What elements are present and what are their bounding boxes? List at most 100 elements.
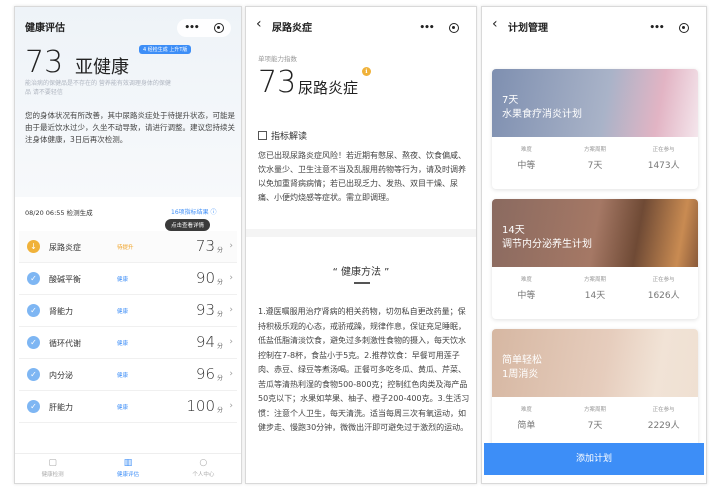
tab-bar: ▢ 健康检测 ▥ 健康评估 ○ 个人中心	[15, 453, 241, 483]
plan-title: 1周消炎	[502, 369, 539, 380]
index-label: 单项能力指数	[258, 55, 297, 63]
plan-card[interactable]: 简单轻松 1周消炎 难度简单 方案周期 7天 正在参与 2229人	[492, 329, 698, 449]
stat-label: 难度	[520, 147, 532, 153]
indicator-name: 尿路炎症	[49, 243, 81, 252]
indicator-name: 酸碱平衡	[49, 275, 81, 284]
list-item[interactable]: ✓ 肝能力 健康 100 分 ›	[19, 391, 237, 423]
score-unit: 分	[216, 375, 223, 382]
health-score: 73	[25, 45, 64, 80]
report-icon: ▢	[48, 458, 57, 468]
plan-duration: 简单轻松	[502, 355, 542, 366]
stat-value: 1473人	[647, 161, 680, 171]
back-chevron-icon[interactable]: ‹	[492, 17, 498, 31]
stat-label: 方案周期	[584, 277, 607, 283]
mini-program-capsule[interactable]: •••	[412, 19, 466, 37]
tab-label: 健康检测	[41, 472, 64, 478]
more-icon[interactable]: •••	[184, 23, 199, 33]
difficulty-stat: 难度 中等	[492, 137, 561, 189]
stat-label: 方案周期	[584, 407, 607, 413]
heading-underline	[354, 282, 370, 284]
indicator-score: 94	[195, 333, 215, 351]
indicator-score: 96	[195, 365, 215, 383]
plan-stats: 难度中等 方案周期 7天 正在参与 1473人	[492, 137, 698, 189]
indicator-name: 内分泌	[49, 371, 73, 380]
add-plan-button[interactable]: 添加计划	[484, 443, 704, 475]
tab-label: 健康评估	[116, 472, 139, 478]
chevron-right-icon: ›	[229, 305, 233, 315]
stat-label: 难度	[520, 407, 532, 413]
stat-value: 7天	[587, 421, 603, 431]
stat-value: 中等	[517, 161, 536, 171]
plan-title: 调节内分泌养生计划	[502, 239, 592, 250]
mini-program-capsule[interactable]: •••	[642, 19, 696, 37]
chevron-right-icon: ›	[229, 241, 233, 251]
disclaimer-text: 能治病的保健品是不存在的 营养能有效调理身体的保健品 请不要轻信	[25, 80, 171, 96]
section-divider	[246, 229, 476, 237]
indicator-score: 90	[195, 269, 215, 287]
plan-card[interactable]: 14天 调节内分泌养生计划 难度 中等 方案周期 14天 正在参与 1626人	[492, 199, 698, 319]
check-icon: ✓	[27, 400, 40, 413]
score-unit: 分	[216, 279, 223, 286]
info-icon[interactable]: ℹ	[362, 67, 371, 76]
difficulty-stat: 难度 简单	[492, 397, 561, 449]
participants-stat: 正在参与 1473人	[629, 137, 698, 189]
assessment-summary: 您的身体状况有所改善，其中尿路炎症处于待提升状态，可能是由于最近饮水过少，久坐不…	[25, 111, 235, 144]
close-target-icon[interactable]	[213, 23, 224, 33]
trend-badge: 4 经检生成 上升T版	[139, 45, 192, 54]
score-unit: 分	[216, 247, 223, 254]
section-heading-text: 指标解读	[271, 132, 308, 142]
participants-stat: 正在参与 1626人	[629, 267, 698, 319]
list-item[interactable]: ↓ 尿路炎症 待提升 73 分 ›	[19, 231, 237, 263]
health-assessment-screen: 健康评估 ••• 73 亚健康 4 经检生成 上升T版 能治病的保健品是不存在的…	[14, 6, 242, 484]
stat-value: 7天	[587, 161, 603, 171]
indicator-list: ↓ 尿路炎症 待提升 73 分 › ✓ 酸碱平衡 健康 90 分 › ✓ 肾能力…	[19, 231, 237, 423]
indicator-score: 100	[186, 397, 215, 415]
tab-health-check[interactable]: ▢ 健康检测	[15, 454, 90, 483]
period-stat: 方案周期 14天	[561, 267, 630, 319]
plan-duration: 7天	[502, 95, 519, 106]
indicator-name: 循环代谢	[49, 339, 81, 348]
nav-bar: 健康评估 •••	[15, 7, 241, 41]
tab-profile[interactable]: ○ 个人中心	[166, 454, 241, 483]
indicator-score: 93	[195, 301, 215, 319]
more-icon[interactable]: •••	[649, 23, 664, 33]
indicator-results-link[interactable]: 16项指标结果 ⓘ	[171, 207, 217, 216]
health-status: 亚健康	[75, 57, 129, 78]
stat-label: 正在参与	[652, 407, 675, 413]
chevron-right-icon: ›	[229, 273, 233, 283]
stat-value: 简单	[517, 421, 536, 431]
back-chevron-icon[interactable]: ‹	[256, 17, 262, 31]
close-target-icon[interactable]	[448, 23, 459, 33]
status-badge: 待提升	[117, 245, 134, 251]
stat-label: 正在参与	[652, 147, 675, 153]
plan-stats: 难度 中等 方案周期 14天 正在参与 1626人	[492, 267, 698, 319]
list-item[interactable]: ✓ 酸碱平衡 健康 90 分 ›	[19, 263, 237, 295]
list-item[interactable]: ✓ 循环代谢 健康 94 分 ›	[19, 327, 237, 359]
plan-card[interactable]: 7天 水果食疗消炎计划 难度 中等 方案周期 7天 正在参与 1473人	[492, 69, 698, 189]
more-icon[interactable]: •••	[419, 23, 434, 33]
check-icon: ✓	[27, 368, 40, 381]
indicator-score: 73	[195, 237, 215, 255]
mini-program-capsule[interactable]: •••	[177, 19, 231, 37]
score-unit: 分	[216, 343, 223, 350]
check-icon: ✓	[27, 272, 40, 285]
report-timestamp: 08/20 06:55 检测生成	[25, 209, 93, 217]
period-stat: 方案周期 7天	[561, 397, 630, 449]
list-item[interactable]: ✓ 内分泌 健康 96 分 ›	[19, 359, 237, 391]
status-badge: 健康	[117, 405, 129, 411]
stat-label: 方案周期	[584, 147, 607, 153]
close-target-icon[interactable]	[678, 23, 689, 33]
status-badge: 健康	[117, 309, 129, 315]
score-unit: 分	[216, 407, 223, 414]
indicator-interpretation: 您已出现尿路炎症风险！若近期有憋尿、熬夜、饮食偏咸、饮水量少、卫生注意不当及乱服…	[258, 151, 466, 202]
indicator-name: 尿路炎症	[298, 79, 359, 97]
list-item[interactable]: ✓ 肾能力 健康 93 分 ›	[19, 295, 237, 327]
stat-value: 2229人	[647, 421, 680, 431]
check-icon: ✓	[27, 304, 40, 317]
stat-label: 正在参与	[652, 277, 675, 283]
nav-bar: ‹ 计划管理 •••	[482, 7, 706, 41]
indicator-name: 肾能力	[49, 307, 73, 316]
tab-health-assessment[interactable]: ▥ 健康评估	[90, 454, 165, 483]
status-badge: 健康	[117, 277, 129, 283]
indicator-score: 73	[258, 65, 297, 100]
